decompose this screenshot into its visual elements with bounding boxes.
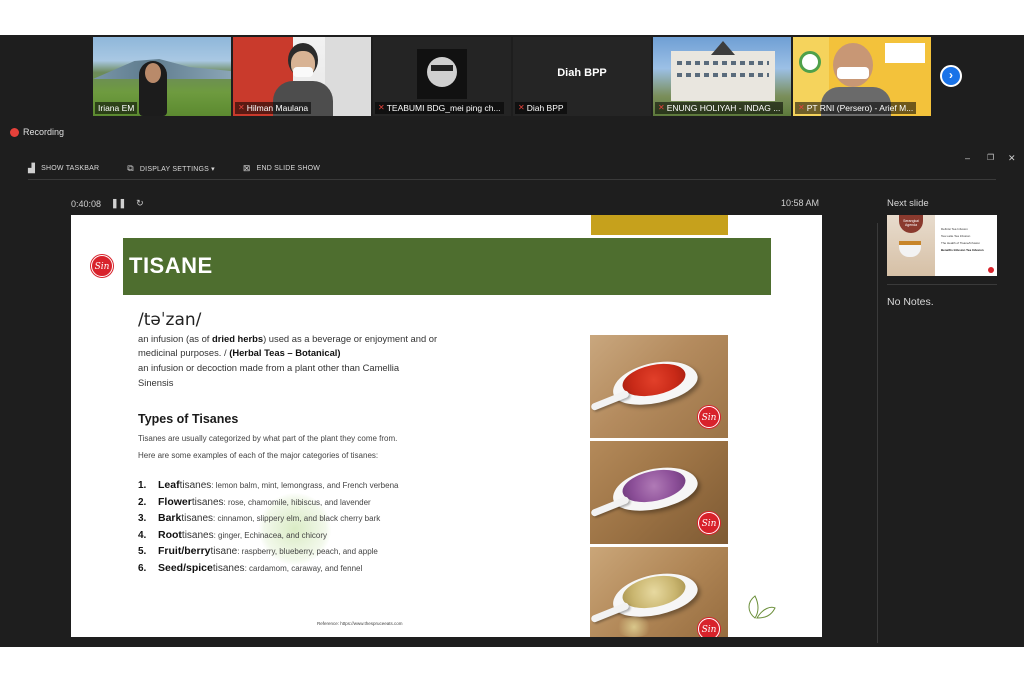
list-item: 6. Seed/spice tisanes: cardamom, caraway,… [138,561,363,574]
mic-muted-icon: ✕ [378,103,385,112]
brand-logo: Sin [698,618,720,637]
notes-divider [887,284,997,285]
tisane-types-list: 1. Leaf tisanes: lemon balm, mint, lemong… [138,479,398,578]
participant-name: ✕ Hilman Maulana [235,102,312,114]
participant-name: ✕ TEABUMI BDG_mei ping ch... [375,102,504,114]
list-item: 5. Fruit/berry tisane: raspberry, blueber… [138,545,378,557]
tisane-photo-lavender: Sin [590,441,728,544]
display-settings-icon: ⧉ [127,163,134,173]
accent-bar [591,215,728,235]
thumb-list: Definisi Tea Infusion Tea Latte Tea Infu… [941,227,984,252]
participant-name: Iriana EM [95,102,138,114]
participant-display-name: Diah BPP [557,67,607,79]
participant-tile[interactable]: ✕ TEABUMI BDG_mei ping ch... [373,37,511,116]
participant-name: ✕ Diah BPP [515,102,567,114]
mic-muted-icon: ✕ [658,103,665,112]
list-item: 1. Leaf tisanes: lemon balm, mint, lemong… [138,479,399,491]
definition-line: medicinal purposes. / (Herbal Teas – Bot… [138,347,341,358]
types-heading: Types of Tisanes [138,412,239,426]
brand-logo: Sin [698,406,720,428]
presenter-toolbar: ▟ SHOW TASKBAR ⧉ DISPLAY SETTINGS ▾ ⊠ EN… [28,163,320,174]
toolbar-divider [28,179,996,180]
recording-dot-icon [10,127,19,137]
definition-line: an infusion (as of dried herbs) used as … [138,333,438,344]
chevron-right-icon: › [949,68,953,82]
participant-name: ✕ PT RNI (Persero) - Arief M... [795,102,917,114]
mic-muted-icon: ✕ [238,103,245,112]
phonetic-spelling: /təˈzan/ [138,310,202,330]
tisane-photo-chamomile: Sin [590,547,728,637]
slide-title: TISANE [129,253,213,278]
participant-tile[interactable]: ✕ PT RNI (Persero) - Arief M... [793,37,931,116]
slide-timer: 0:40:08 ❚❚ ↻ [71,198,144,209]
reference-text: Reference: https://www.thespruceeats.com [317,621,403,626]
recording-indicator: Recording [10,127,64,137]
next-slide-label: Next slide [887,198,929,209]
participant-name: ✕ ENUNG HOLIYAH - INDAG ... [655,102,784,114]
pause-icon[interactable]: ❚❚ [111,198,126,209]
leaf-logo [748,595,776,619]
end-show-icon: ⊠ [242,163,251,173]
mic-muted-icon: ✕ [518,103,525,112]
participant-tile[interactable]: ✕ Hilman Maulana [233,37,371,116]
restore-icon[interactable]: ❐ [987,153,994,162]
list-item: 4. Root tisanes: ginger, Echinacea, and c… [138,528,328,541]
participant-tile[interactable]: ✕ ENUNG HOLIYAH - INDAG ... [653,37,791,116]
speaker-notes: No Notes. [887,296,934,308]
current-time: 10:58 AM [781,198,820,208]
display-settings-button[interactable]: ⧉ DISPLAY SETTINGS ▾ [127,163,215,174]
definition-line: an infusion or decoction made from a pla… [138,362,400,373]
title-band [123,238,771,295]
thumb-logo [988,267,994,273]
close-icon[interactable]: ✕ [1008,153,1016,164]
show-taskbar-button[interactable]: ▟ SHOW TASKBAR [28,163,99,174]
list-item: 2. Flower tisanes: rose, chamomile, hibis… [138,495,371,508]
recording-label: Recording [23,127,65,137]
taskbar-icon: ▟ [28,163,36,173]
next-slide-thumbnail[interactable]: Serangkai Agenda Definisi Tea Infusion T… [887,215,997,276]
end-slide-show-button[interactable]: ⊠ END SLIDE SHOW [243,163,320,174]
tisane-photo-flower: Sin [590,335,728,438]
next-participants-button[interactable]: › [940,65,962,87]
list-item: 3. Bark tisanes: cinnamon, slippery elm, … [138,512,381,524]
reset-timer-icon[interactable]: ↻ [136,198,144,209]
mic-muted-icon: ✕ [798,103,805,112]
participant-tile[interactable]: Iriana EM [93,37,231,116]
participant-tile[interactable]: Diah BPP ✕ Diah BPP [513,37,651,116]
current-slide[interactable]: Sin TISANE /təˈzan/ an infusion (as of d… [71,215,822,637]
brand-logo: Sin [698,512,720,534]
meeting-window: Iriana EM ✕ Hilman Maulana ✕ TEABUMI BDG_m… [0,35,1024,647]
types-intro: Tisanes are usually categorized by what … [138,434,398,443]
types-intro: Here are some examples of each of the ma… [138,451,379,460]
definition-line: Sinensis [138,377,174,388]
elapsed-time: 0:40:08 [71,198,102,209]
minimize-icon[interactable]: – [965,153,970,163]
brand-logo: Sin [91,255,113,277]
panel-divider [877,223,878,643]
